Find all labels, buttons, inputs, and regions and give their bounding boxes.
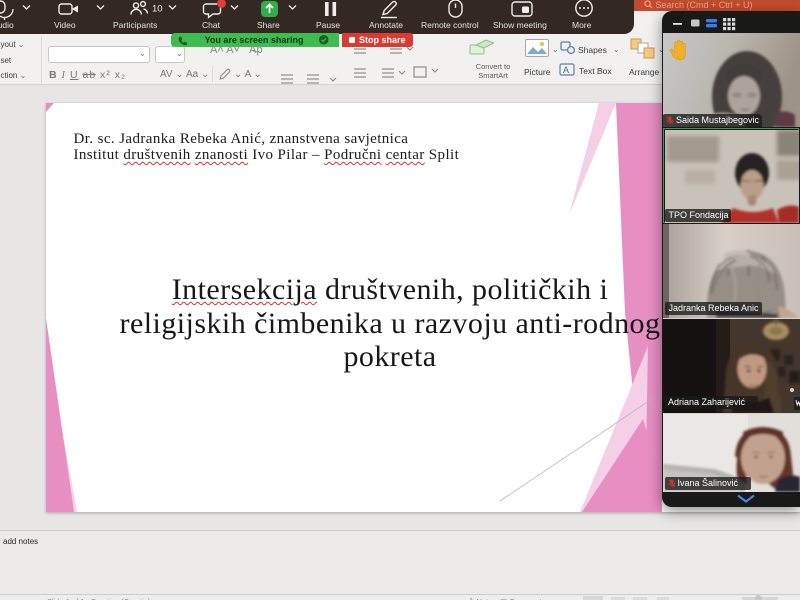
svg-text:A: A: [563, 65, 569, 75]
svg-text:10: 10: [152, 4, 163, 15]
